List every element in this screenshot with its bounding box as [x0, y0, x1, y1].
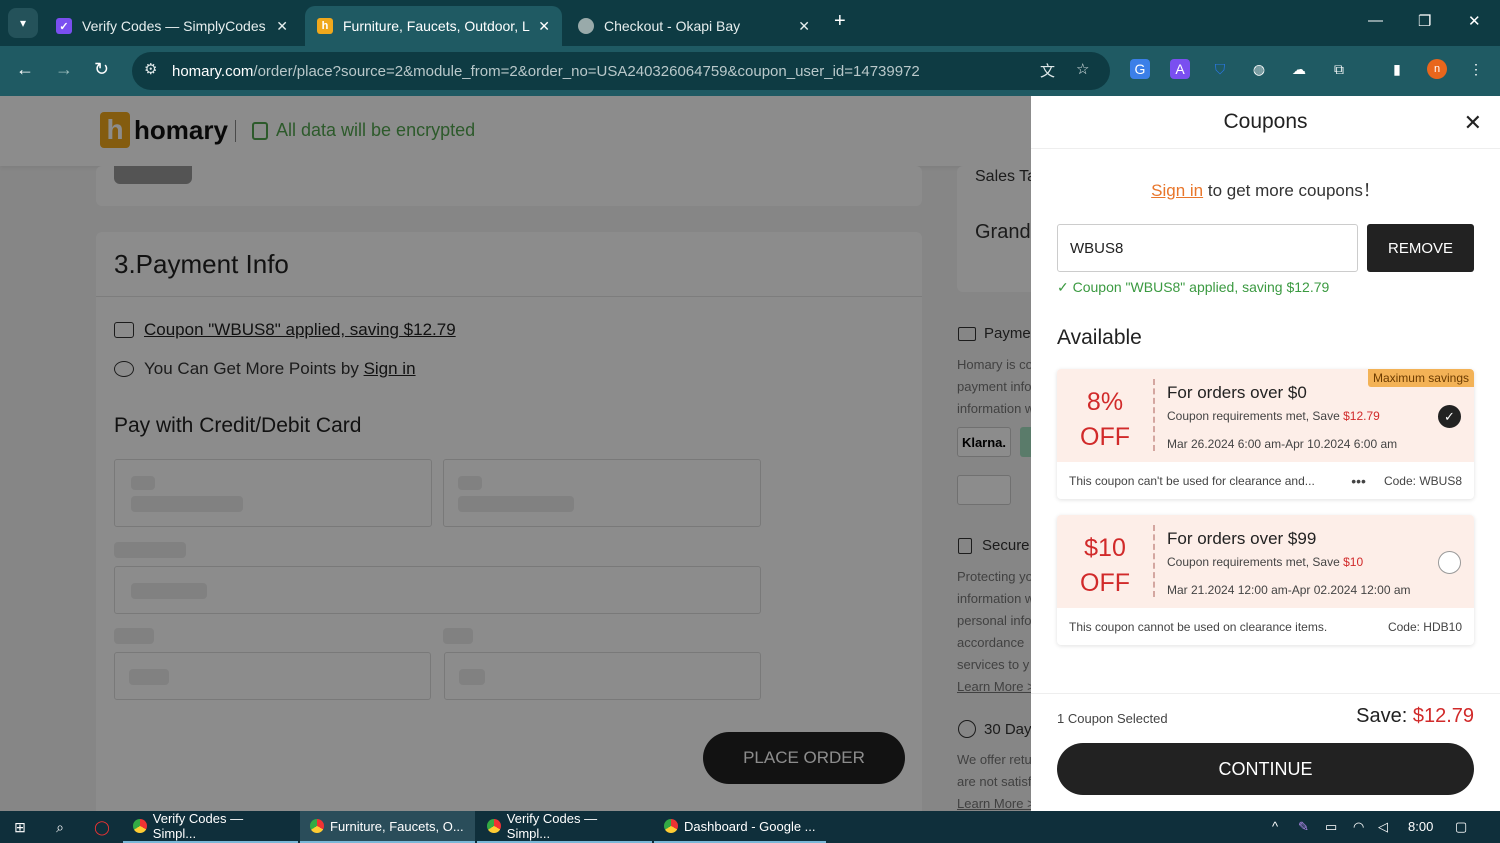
coupon-card-hdb10[interactable]: $10 OFF For orders over $99 Coupon requi… [1057, 515, 1474, 645]
more-menu-icon[interactable]: ⋮ [1466, 59, 1486, 79]
available-heading: Available [1057, 326, 1142, 349]
windows-taskbar: ⊞ ⌕ ◯ Verify Codes — Simpl... Furniture,… [0, 811, 1500, 843]
homary-favicon-icon: h [317, 18, 333, 34]
checkmark-icon: ✓ [1057, 279, 1069, 295]
minimize-icon[interactable]: — [1368, 12, 1383, 29]
reload-icon[interactable]: ↻ [94, 59, 109, 80]
coupon-amount: $10 OFF [1080, 534, 1130, 597]
coupon-code: Code: HDB10 [1387, 619, 1462, 634]
new-tab-icon[interactable]: + [834, 10, 846, 33]
notification-icon[interactable]: ▢ [1455, 819, 1467, 835]
tab-search-button[interactable]: ▾ [8, 8, 38, 38]
taskbar-app-furniture[interactable]: Furniture, Faucets, O... [300, 811, 475, 843]
coupon-divider [1153, 379, 1155, 451]
save-total: Save: $12.79 [1356, 705, 1474, 727]
chevron-up-icon[interactable]: ^ [1272, 819, 1278, 834]
browser-toolbar: ← → ↻ homary.com/order/place?source=2&mo… [0, 46, 1500, 96]
restore-icon[interactable]: ❐ [1418, 12, 1431, 30]
simplycodes-favicon-icon: ✓ [56, 18, 72, 34]
coupon-applied-message: ✓ Coupon "WBUS8" applied, saving $12.79 [1057, 279, 1330, 295]
forward-arrow-icon[interactable]: → [55, 59, 73, 80]
coupons-header: Coupons ✕ [1031, 96, 1500, 149]
window-close-icon[interactable]: ✕ [1468, 12, 1481, 30]
close-tab-icon[interactable]: ✕ [538, 18, 550, 35]
windows-start-icon[interactable]: ⊞ [10, 817, 30, 837]
volume-icon[interactable]: ◁ [1378, 819, 1388, 835]
opera-icon[interactable]: ◯ [92, 817, 112, 837]
clock[interactable]: 8:00 [1408, 819, 1433, 834]
coupon-requirement: Coupon requirements met, Save $12.79 [1167, 409, 1380, 423]
wifi-icon[interactable]: ◠ [1353, 819, 1364, 835]
sign-in-prompt: Sign in to get more coupons！ [1151, 181, 1380, 200]
coupon-divider [1153, 525, 1155, 597]
coupon-footer: This coupon can't be used for clearance … [1069, 472, 1462, 489]
a-extension-icon[interactable]: A [1170, 59, 1190, 79]
selected-count: 1 Coupon Selected [1057, 711, 1168, 726]
checkmark-icon: ✓ [1444, 408, 1455, 424]
site-info-icon[interactable]: ⚙ [144, 60, 157, 78]
puzzle-extensions-icon[interactable]: ⧉ [1329, 59, 1349, 79]
translate-icon[interactable]: 文 [1040, 60, 1055, 81]
taskbar-app-verify-codes-2[interactable]: Verify Codes — Simpl... [477, 811, 652, 843]
chrome-icon [310, 819, 324, 833]
taskbar-app-dashboard[interactable]: Dashboard - Google ... [654, 811, 826, 843]
coupon-code-input[interactable] [1057, 224, 1358, 272]
tab-homary[interactable]: h Furniture, Faucets, Outdoor, Lig ✕ [305, 6, 562, 46]
continue-button[interactable]: CONTINUE [1057, 743, 1474, 795]
more-icon[interactable]: ••• [1351, 473, 1366, 489]
chrome-icon [133, 819, 147, 833]
shield-extension-icon[interactable]: ⛉ [1210, 59, 1230, 79]
battery-icon[interactable]: ▭ [1325, 819, 1337, 835]
tab-simplycodes[interactable]: ✓ Verify Codes — SimplyCodes ✕ [44, 6, 300, 46]
sign-in-link[interactable]: Sign in [1151, 181, 1203, 200]
coupons-title: Coupons [1223, 110, 1308, 133]
browser-tab-bar: ▾ ✓ Verify Codes — SimplyCodes ✕ h Furni… [0, 0, 1500, 46]
close-icon[interactable]: ✕ [1464, 110, 1482, 136]
coupon-heading: For orders over $99 [1167, 529, 1317, 548]
coupon-heading: For orders over $0 [1167, 383, 1307, 402]
chrome-icon [487, 819, 501, 833]
cloud-extension-icon[interactable]: ☁ [1289, 59, 1309, 79]
coupon-requirement: Coupon requirements met, Save $10 [1167, 555, 1364, 569]
star-icon[interactable]: ☆ [1076, 60, 1089, 78]
modal-backdrop[interactable] [0, 96, 1031, 811]
side-panel-icon[interactable]: ▮ [1387, 59, 1407, 79]
globe-extension-icon[interactable]: ◍ [1249, 59, 1269, 79]
taskbar-app-verify-codes[interactable]: Verify Codes — Simpl... [123, 811, 298, 843]
globe-favicon-icon [578, 18, 594, 34]
coupon-card-wbus8[interactable]: 8% OFF For orders over $0 Coupon require… [1057, 369, 1474, 499]
coupons-footer: 1 Coupon Selected Save: $12.79 CONTINUE [1031, 693, 1500, 811]
tab-okapi-bay[interactable]: Checkout - Okapi Bay ✕ [566, 6, 822, 46]
back-arrow-icon[interactable]: ← [16, 59, 34, 80]
pen-icon[interactable]: ✎ [1298, 819, 1309, 835]
google-translate-extension-icon[interactable]: G [1130, 59, 1150, 79]
address-bar[interactable]: homary.com/order/place?source=2&module_f… [132, 52, 1110, 90]
coupon-dates: Mar 21.2024 12:00 am-Apr 02.2024 12:00 a… [1167, 583, 1411, 597]
remove-coupon-button[interactable]: REMOVE [1367, 224, 1474, 272]
maximum-savings-badge: Maximum savings [1367, 369, 1474, 387]
coupon-radio-selected[interactable]: ✓ [1438, 405, 1461, 428]
coupon-dates: Mar 26.2024 6:00 am-Apr 10.2024 6:00 am [1167, 437, 1398, 451]
profile-avatar[interactable]: n [1427, 59, 1447, 79]
chrome-icon [664, 819, 678, 833]
chevron-down-icon: ▾ [19, 16, 27, 30]
close-tab-icon[interactable]: ✕ [276, 18, 288, 35]
coupon-code: Code: WBUS8 [1383, 473, 1462, 488]
coupon-amount: 8% OFF [1080, 388, 1130, 451]
coupons-panel: Coupons ✕ Sign in to get more coupons！ R… [1031, 96, 1500, 811]
coupon-footer: This coupon cannot be used on clearance … [1069, 619, 1462, 634]
page-content: h homary All data will be encrypted 3.Pa… [0, 96, 1500, 811]
coupon-radio[interactable] [1438, 551, 1461, 574]
close-tab-icon[interactable]: ✕ [798, 18, 810, 35]
search-icon[interactable]: ⌕ [50, 817, 70, 837]
